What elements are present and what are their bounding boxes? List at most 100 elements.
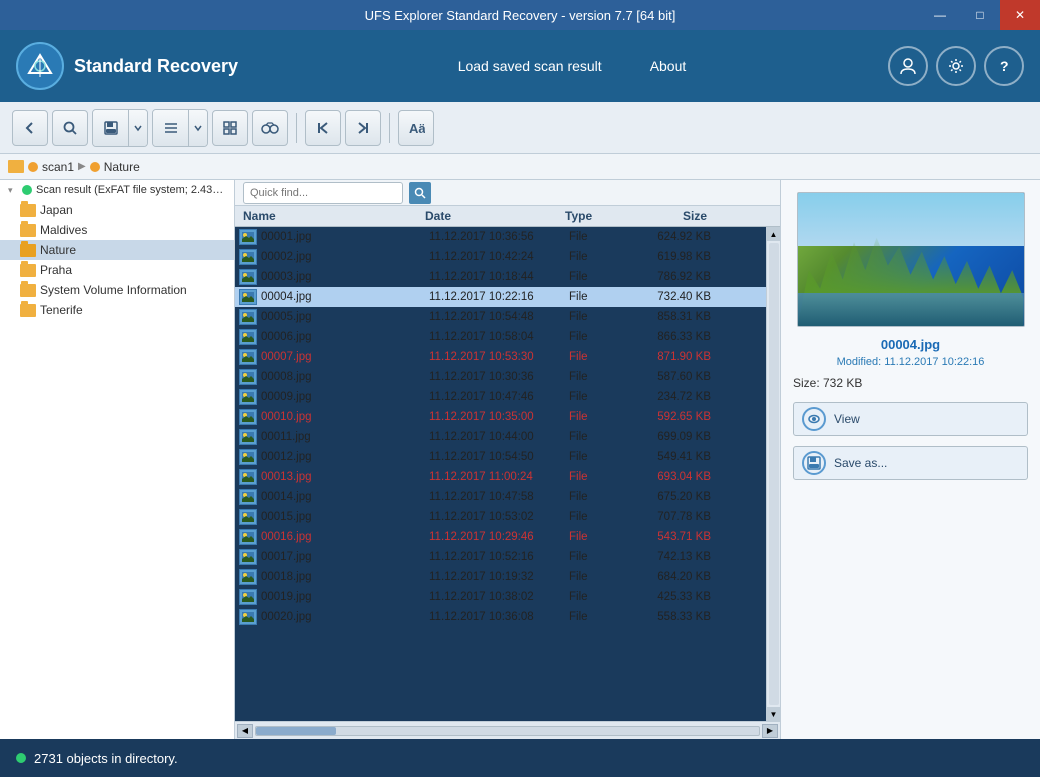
tree-item-tenerife[interactable]: Tenerife: [0, 300, 234, 320]
quick-find-button[interactable]: [409, 182, 431, 204]
scroll-right-arrow[interactable]: ▶: [762, 724, 778, 738]
font-button[interactable]: Aä: [398, 110, 434, 146]
close-button[interactable]: ✕: [1000, 0, 1040, 30]
file-row[interactable]: 00016.jpg 11.12.2017 10:29:46 File 543.7…: [235, 527, 766, 547]
folder-icon: [20, 264, 36, 277]
file-row[interactable]: 00012.jpg 11.12.2017 10:54:50 File 549.4…: [235, 447, 766, 467]
help-icon-button[interactable]: ?: [984, 46, 1024, 86]
load-scan-button[interactable]: Load saved scan result: [434, 50, 626, 82]
vertical-scrollbar[interactable]: ▲ ▼: [766, 227, 780, 721]
col-header-size[interactable]: Size: [625, 209, 715, 223]
list-view-button[interactable]: [153, 110, 189, 146]
col-header-name[interactable]: Name: [235, 209, 425, 223]
file-row[interactable]: 00007.jpg 11.12.2017 10:53:30 File 871.9…: [235, 347, 766, 367]
prev-icon: [315, 120, 331, 136]
main-wrapper: scan1 ▶ Nature ▾ Scan result (ExFAT file…: [0, 154, 1040, 739]
maximize-button[interactable]: □: [960, 0, 1000, 30]
file-size: 624.92 KB: [629, 231, 719, 243]
grid-view-button[interactable]: [212, 110, 248, 146]
save-as-button[interactable]: Save as...: [793, 446, 1028, 480]
file-row[interactable]: 00004.jpg 11.12.2017 10:22:16 File 732.4…: [235, 287, 766, 307]
file-row[interactable]: 00009.jpg 11.12.2017 10:47:46 File 234.7…: [235, 387, 766, 407]
file-date: 11.12.2017 10:47:58: [429, 491, 569, 503]
save-dropdown-button[interactable]: [129, 110, 147, 146]
search-button[interactable]: [52, 110, 88, 146]
folder-icon: [20, 204, 36, 217]
file-row[interactable]: 00014.jpg 11.12.2017 10:47:58 File 675.2…: [235, 487, 766, 507]
binoculars-button[interactable]: [252, 110, 288, 146]
folder-icon: [20, 284, 36, 297]
file-size: 866.33 KB: [629, 331, 719, 343]
file-size: 587.60 KB: [629, 371, 719, 383]
file-size: 707.78 KB: [629, 511, 719, 523]
file-name: 00017.jpg: [261, 551, 429, 563]
file-row[interactable]: 00003.jpg 11.12.2017 10:18:44 File 786.9…: [235, 267, 766, 287]
svg-text:Aä: Aä: [409, 121, 425, 136]
image-icon: [242, 492, 254, 502]
save-button[interactable]: [93, 110, 129, 146]
list-dropdown-button[interactable]: [189, 110, 207, 146]
file-size: 675.20 KB: [629, 491, 719, 503]
horizontal-scrollbar[interactable]: ◀ ▶: [235, 721, 780, 739]
separator2: [389, 113, 390, 143]
file-row[interactable]: 00015.jpg 11.12.2017 10:53:02 File 707.7…: [235, 507, 766, 527]
scroll-up-arrow[interactable]: ▲: [767, 227, 781, 241]
file-row[interactable]: 00013.jpg 11.12.2017 11:00:24 File 693.0…: [235, 467, 766, 487]
preview-modified: Modified: 11.12.2017 10:22:16: [837, 356, 985, 368]
file-type: File: [569, 271, 629, 283]
file-size: 425.33 KB: [629, 591, 719, 603]
file-row[interactable]: 00010.jpg 11.12.2017 10:35:00 File 592.6…: [235, 407, 766, 427]
column-headers: Name Date Type Size: [235, 206, 780, 227]
file-date: 11.12.2017 10:18:44: [429, 271, 569, 283]
col-header-date[interactable]: Date: [425, 209, 565, 223]
scroll-track[interactable]: [769, 243, 779, 705]
next-button[interactable]: [345, 110, 381, 146]
file-size: 558.33 KB: [629, 611, 719, 623]
tree-item-maldives[interactable]: Maldives: [0, 220, 234, 240]
settings-icon-button[interactable]: [936, 46, 976, 86]
user-icon-button[interactable]: [888, 46, 928, 86]
view-button[interactable]: View: [793, 402, 1028, 436]
file-row[interactable]: 00006.jpg 11.12.2017 10:58:04 File 866.3…: [235, 327, 766, 347]
quick-find-input[interactable]: [243, 182, 403, 204]
tree-item-system volume information[interactable]: System Volume Information: [0, 280, 234, 300]
file-type: File: [569, 391, 629, 403]
file-date: 11.12.2017 10:42:24: [429, 251, 569, 263]
back-button[interactable]: [12, 110, 48, 146]
file-row[interactable]: 00019.jpg 11.12.2017 10:38:02 File 425.3…: [235, 587, 766, 607]
tree-item-japan[interactable]: Japan: [0, 200, 234, 220]
tree-item-praha[interactable]: Praha: [0, 260, 234, 280]
scan-result-item[interactable]: ▾ Scan result (ExFAT file system; 2.43 G…: [0, 180, 234, 200]
file-row[interactable]: 00005.jpg 11.12.2017 10:54:48 File 858.3…: [235, 307, 766, 327]
list-icon: [163, 120, 179, 136]
file-row[interactable]: 00018.jpg 11.12.2017 10:19:32 File 684.2…: [235, 567, 766, 587]
scroll-left-arrow[interactable]: ◀: [237, 724, 253, 738]
file-row[interactable]: 00002.jpg 11.12.2017 10:42:24 File 619.9…: [235, 247, 766, 267]
tree-item-nature[interactable]: Nature: [0, 240, 234, 260]
file-row[interactable]: 00011.jpg 11.12.2017 10:44:00 File 699.0…: [235, 427, 766, 447]
file-name: 00004.jpg: [261, 291, 429, 303]
file-date: 11.12.2017 10:35:00: [429, 411, 569, 423]
about-button[interactable]: About: [626, 50, 711, 82]
file-date: 11.12.2017 10:29:46: [429, 531, 569, 543]
file-thumbnail: [239, 509, 257, 525]
user-icon: [899, 57, 917, 75]
breadcrumb-scan1: scan1: [42, 160, 74, 174]
file-row[interactable]: 00017.jpg 11.12.2017 10:52:16 File 742.1…: [235, 547, 766, 567]
app-name: Standard Recovery: [74, 56, 238, 77]
file-row[interactable]: 00020.jpg 11.12.2017 10:36:08 File 558.3…: [235, 607, 766, 627]
file-type: File: [569, 531, 629, 543]
file-type: File: [569, 371, 629, 383]
file-row[interactable]: 00001.jpg 11.12.2017 10:36:56 File 624.9…: [235, 227, 766, 247]
minimize-button[interactable]: —: [920, 0, 960, 30]
col-header-type[interactable]: Type: [565, 209, 625, 223]
logo-svg: [25, 51, 55, 81]
prev-button[interactable]: [305, 110, 341, 146]
logo-area: Standard Recovery: [16, 42, 256, 90]
file-type: File: [569, 591, 629, 603]
file-row[interactable]: 00008.jpg 11.12.2017 10:30:36 File 587.6…: [235, 367, 766, 387]
file-name: 00014.jpg: [261, 491, 429, 503]
h-scroll-track[interactable]: [255, 726, 760, 736]
scroll-down-arrow[interactable]: ▼: [767, 707, 781, 721]
file-date: 11.12.2017 10:47:46: [429, 391, 569, 403]
